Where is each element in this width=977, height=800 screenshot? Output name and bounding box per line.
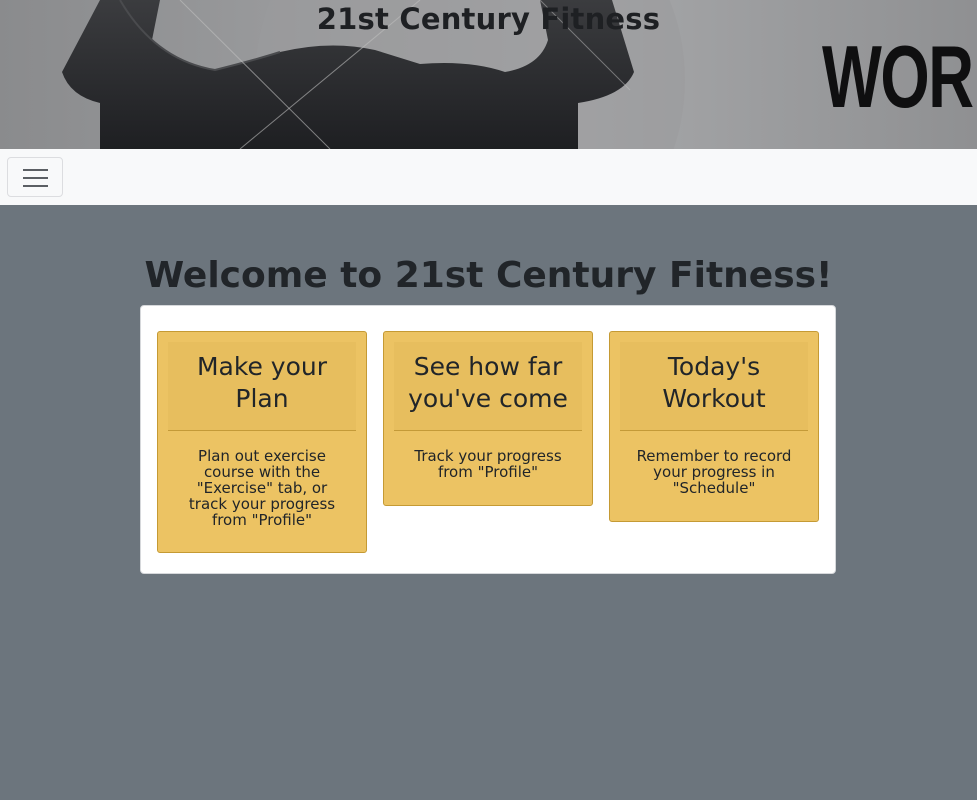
card-text: Remember to record your progress in "Sch… (636, 447, 792, 497)
hamburger-menu-icon-line (23, 185, 48, 187)
card-make-your-plan: Make your Plan Plan out exercise course … (157, 331, 367, 553)
navbar-toggler-button[interactable] (7, 157, 63, 197)
card-title: Make your Plan (168, 342, 356, 431)
hamburger-menu-icon (23, 169, 48, 171)
card-title: Today's Workout (620, 342, 808, 431)
card-text: Track your progress from "Profile" (414, 447, 562, 481)
card-text: Plan out exercise course with the "Exerc… (188, 447, 336, 529)
card-todays-workout: Today's Workout Remember to record your … (609, 331, 819, 522)
card-see-how-far: See how far you've come Track your progr… (383, 331, 593, 506)
cards-panel: Make your Plan Plan out exercise course … (140, 305, 836, 574)
page-title: Welcome to 21st Century Fitness! (144, 255, 833, 296)
banner: 21st Century Fitness WOR (0, 0, 977, 149)
banner-word: WOR (822, 27, 974, 126)
navbar (0, 149, 977, 205)
card-title: See how far you've come (394, 342, 582, 431)
hamburger-menu-icon-line (23, 177, 48, 179)
